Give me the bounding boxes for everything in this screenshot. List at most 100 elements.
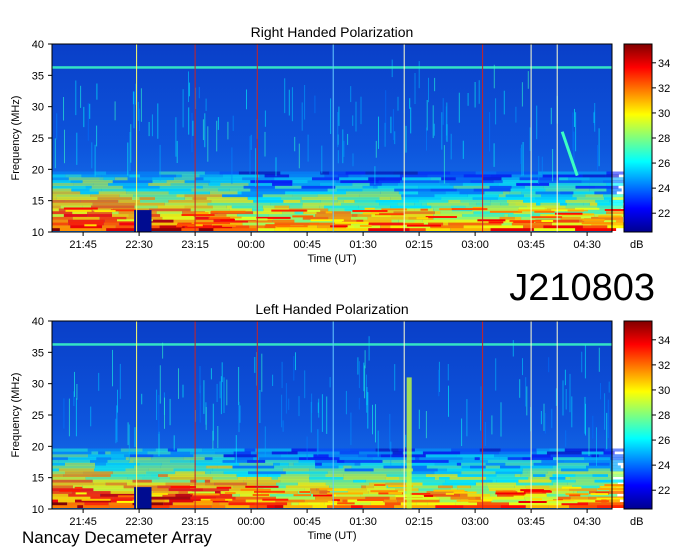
- emission-cell: [489, 210, 523, 213]
- emission-cell: [451, 208, 488, 211]
- y-tick-label: 25: [32, 410, 44, 422]
- emission-cell: [398, 219, 415, 223]
- emission-cell: [52, 448, 88, 452]
- emission-cell: [566, 202, 584, 206]
- emission-cell: [166, 180, 185, 184]
- noise-streak: [304, 370, 306, 399]
- noise-streak: [94, 144, 96, 177]
- noise-streak: [129, 132, 131, 172]
- emission-cell: [280, 171, 321, 175]
- emission-cell: [314, 459, 338, 463]
- emission-cell: [173, 468, 213, 472]
- emission-cell: [362, 212, 380, 215]
- emission-cell: [563, 459, 591, 463]
- emission-cell: [375, 213, 405, 216]
- emission-cell: [155, 448, 168, 452]
- noise-streak: [581, 351, 583, 373]
- emission-cell: [495, 490, 516, 493]
- noise-streak: [571, 396, 573, 428]
- colorbar-tick-label: 22: [658, 208, 670, 220]
- emission-cell: [146, 471, 176, 475]
- emission-cell: [336, 180, 341, 184]
- emission-cell: [224, 492, 236, 495]
- emission-cell: [508, 202, 516, 206]
- emission-cell: [354, 199, 376, 203]
- emission-cell: [173, 219, 214, 223]
- y-tick-label: 40: [32, 316, 44, 328]
- emission-cell: [274, 227, 289, 231]
- emission-cell: [328, 208, 345, 212]
- emission-cell: [381, 182, 398, 186]
- emission-cell: [247, 196, 282, 200]
- emission-cell: [338, 465, 344, 469]
- emission-cell: [401, 194, 435, 198]
- dataset-id: J210803: [509, 267, 655, 309]
- x-tick-label: 23:15: [181, 239, 209, 251]
- emission-cell: [592, 473, 608, 477]
- colorbar-tick-label: 24: [658, 183, 670, 195]
- emission-cell: [385, 482, 406, 486]
- emission-cell: [534, 210, 555, 213]
- emission-cell: [126, 191, 169, 195]
- emission-cell: [319, 182, 353, 186]
- emission-cell: [329, 171, 346, 175]
- emission-cell: [575, 185, 596, 189]
- emission-cell: [270, 202, 303, 206]
- noise-streak: [503, 90, 505, 115]
- emission-cell: [441, 177, 456, 181]
- noise-streak: [594, 103, 596, 132]
- emission-cell: [142, 448, 156, 452]
- emission-cell: [582, 218, 605, 221]
- noise-streak: [512, 340, 514, 357]
- emission-cell: [561, 468, 589, 472]
- emission-cell: [140, 174, 177, 178]
- emission-cell: [362, 185, 374, 189]
- emission-cell: [289, 205, 303, 209]
- emission-cell: [52, 499, 58, 503]
- noise-streak: [112, 349, 113, 387]
- emission-cell: [280, 479, 310, 483]
- emission-cell: [234, 218, 268, 221]
- emission-cell: [339, 451, 360, 455]
- emission-cell: [52, 222, 69, 226]
- noise-streak: [522, 358, 523, 376]
- emission-cell: [196, 205, 213, 209]
- emission-cell: [390, 225, 404, 229]
- emission-cell: [584, 457, 611, 461]
- emission-cell: [169, 476, 213, 480]
- noise-streak: [91, 142, 93, 169]
- noise-streak: [298, 396, 300, 417]
- emission-cell: [256, 454, 281, 458]
- emission-cell: [193, 500, 213, 503]
- noise-streak: [326, 396, 328, 434]
- noise-streak: [216, 383, 218, 402]
- emission-cell: [448, 199, 461, 203]
- y-tick-label: 15: [32, 473, 44, 485]
- noise-streak: [139, 108, 140, 131]
- emission-cell: [492, 479, 497, 483]
- noise-streak: [519, 379, 521, 398]
- emission-cell: [211, 199, 254, 203]
- emission-cell: [379, 202, 398, 206]
- emission-cell: [177, 448, 203, 452]
- emission-cell: [523, 225, 544, 229]
- emission-cell: [450, 171, 476, 175]
- noise-streak: [350, 86, 352, 103]
- emission-cell: [426, 202, 470, 206]
- emission-cell: [56, 196, 98, 200]
- noise-streak: [389, 413, 391, 450]
- emission-cell: [101, 174, 130, 178]
- emission-cell: [91, 185, 123, 189]
- emission-cell: [433, 489, 465, 492]
- emission-cell: [175, 471, 206, 475]
- emission-cell: [142, 476, 160, 480]
- emission-cell: [218, 188, 230, 192]
- noise-streak: [565, 430, 567, 447]
- emission-cell: [147, 496, 191, 500]
- emission-cell: [63, 473, 92, 477]
- emission-cell: [485, 462, 506, 466]
- emission-cell: [383, 465, 427, 469]
- emission-cell: [133, 459, 170, 463]
- emission-cell: [549, 182, 590, 186]
- emission-cell: [58, 499, 75, 503]
